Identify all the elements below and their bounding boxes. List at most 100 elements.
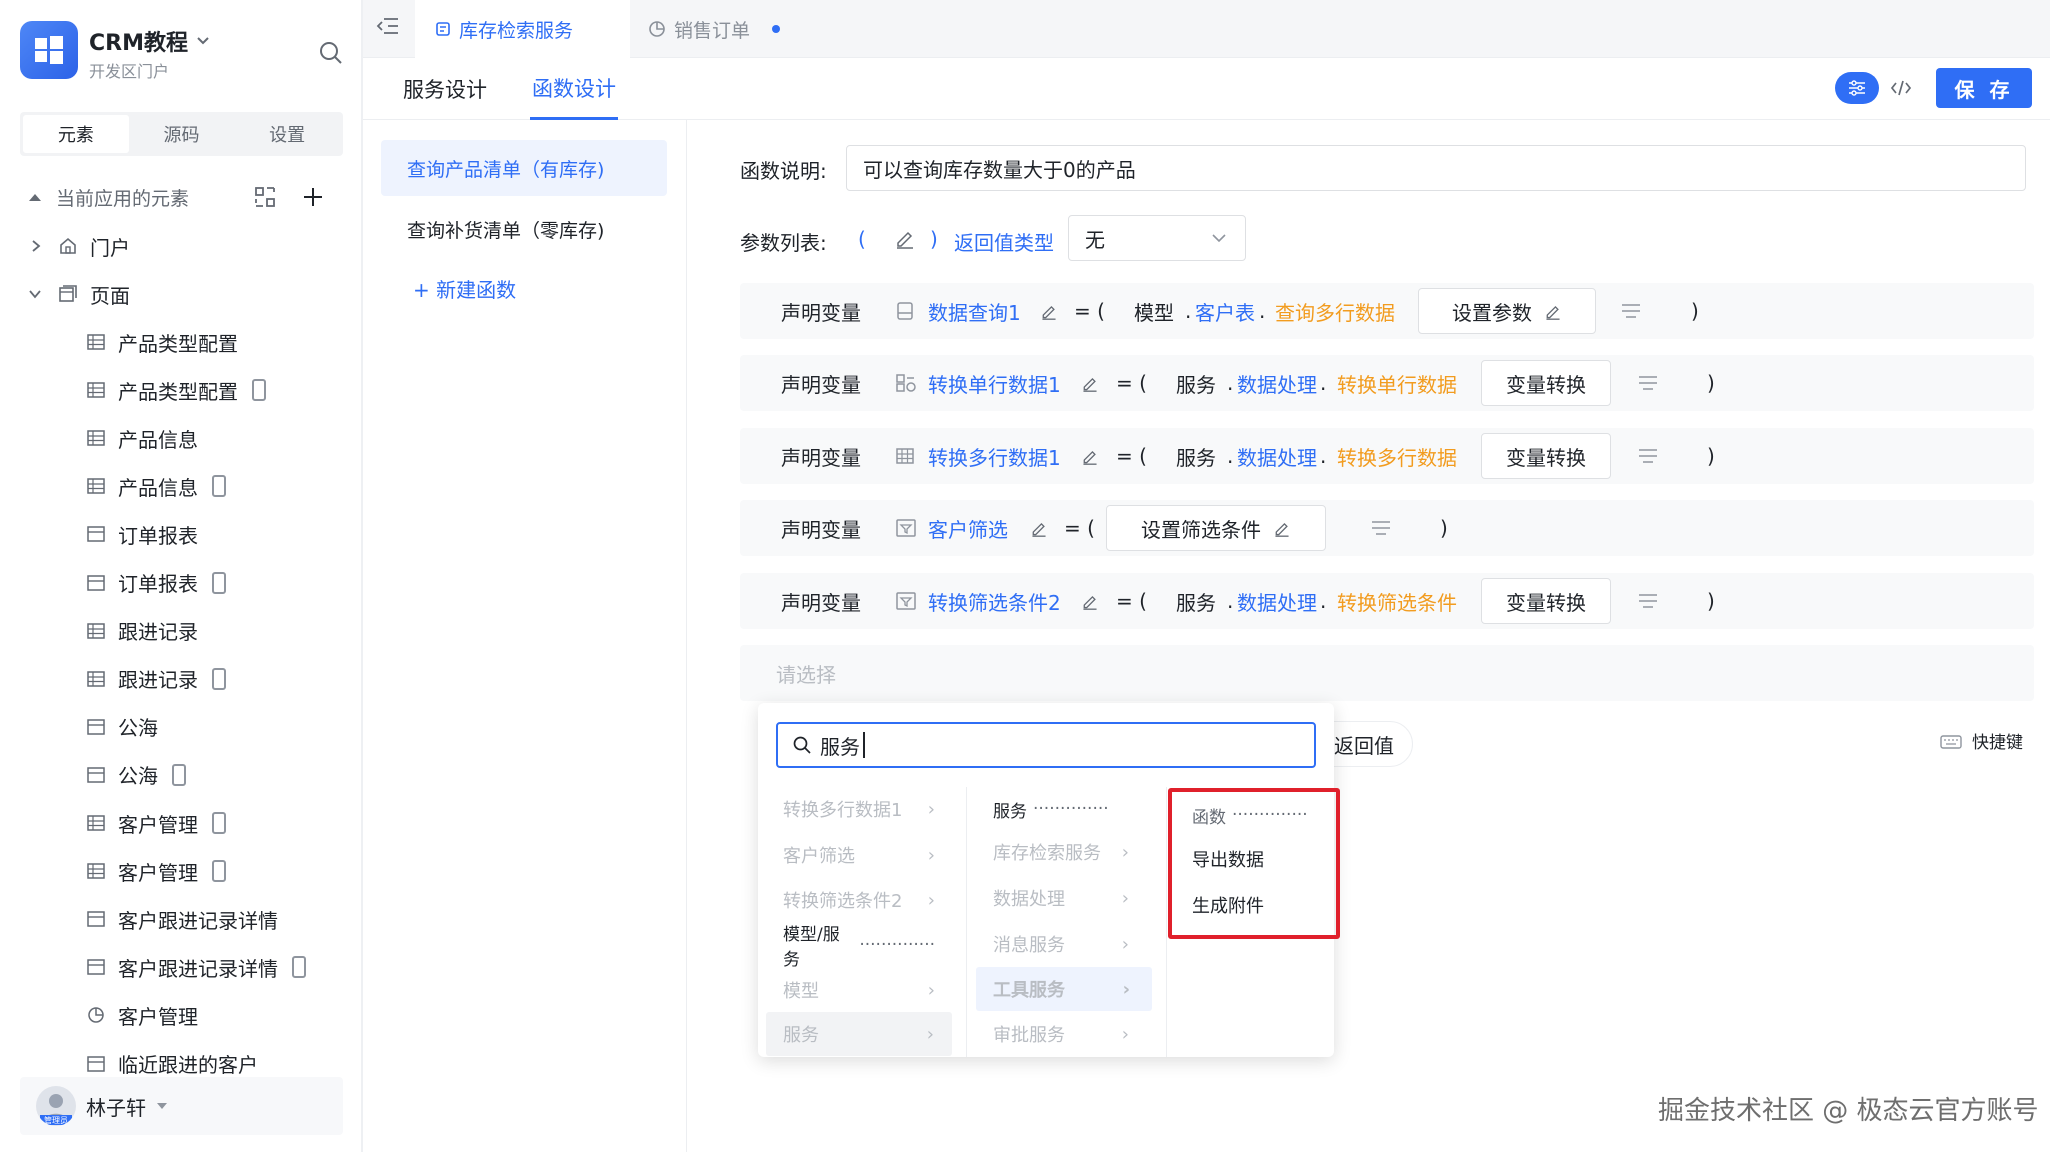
description-input[interactable]: 可以查询库存数量大于0的产品 bbox=[846, 145, 2026, 191]
popup-col2-item[interactable]: 数据处理 › bbox=[993, 876, 1129, 920]
variable-name[interactable]: 数据查询1 bbox=[928, 283, 1021, 339]
sidebar-tab-source[interactable]: 源码 bbox=[129, 115, 235, 153]
edit-params-icon[interactable] bbox=[894, 227, 916, 249]
page-item[interactable]: 客户管理 bbox=[0, 803, 360, 843]
statement-row[interactable]: 声明变量 客户筛选 = ( 设置筛选条件 ) bbox=[740, 500, 2034, 556]
expr-part-b[interactable]: 数据处理 bbox=[1237, 355, 1317, 411]
function-item-active[interactable]: 查询产品清单（有库存) bbox=[381, 140, 667, 196]
popup-col1-item[interactable]: 转换多行数据1 › bbox=[783, 787, 935, 831]
sidebar-tab-settings[interactable]: 设置 bbox=[234, 115, 340, 153]
page-item[interactable]: 客户管理 bbox=[0, 995, 360, 1035]
statement-row[interactable]: 声明变量 转换多行数据1 = ( 服务 . 数据处理 . 转换多行数据 变量转换… bbox=[740, 428, 2034, 484]
tree-node-portal[interactable]: 门户 bbox=[0, 226, 360, 266]
expr-part-b[interactable]: 数据处理 bbox=[1237, 573, 1317, 629]
page-item[interactable]: 客户跟进记录详情 bbox=[0, 947, 360, 987]
variable-name[interactable]: 客户筛选 bbox=[928, 500, 1008, 556]
filter-lines-icon[interactable] bbox=[1370, 500, 1392, 556]
user-bar[interactable]: 管理员 林子轩 bbox=[20, 1077, 343, 1135]
page-item[interactable]: 产品信息 bbox=[0, 466, 360, 506]
popup-group-header: 模型/服务 ·············· bbox=[783, 923, 935, 970]
variable-convert-button[interactable]: 变量转换 bbox=[1481, 578, 1611, 624]
filter-lines-icon[interactable] bbox=[1637, 428, 1659, 484]
statement-row[interactable]: 声明变量 转换筛选条件2 = ( 服务 . 数据处理 . 转换筛选条件 变量转换… bbox=[740, 573, 2034, 629]
dot-separator: . bbox=[1320, 444, 1327, 468]
tab-function-design[interactable]: 函数设计 bbox=[530, 58, 618, 120]
popup-col2-item[interactable]: 库存检索服务 › bbox=[993, 830, 1129, 874]
add-icon[interactable] bbox=[302, 186, 324, 208]
popup-col1-item[interactable]: 模型 › bbox=[783, 968, 935, 1012]
function-item[interactable]: 查询补货清单（零库存) bbox=[381, 201, 667, 257]
app-name[interactable]: CRM教程 bbox=[89, 25, 210, 57]
page-item[interactable]: 客户管理 bbox=[0, 851, 360, 891]
popup-col1-item-selected[interactable]: 服务 › bbox=[766, 1012, 952, 1056]
popup-col2-item[interactable]: 审批服务 › bbox=[993, 1012, 1129, 1056]
tab-sales-order[interactable]: 销售订单 bbox=[648, 0, 781, 58]
expr-part-c[interactable]: 转换筛选条件 bbox=[1337, 573, 1457, 629]
tree-node-pages[interactable]: 页面 bbox=[0, 274, 360, 314]
set-params-button[interactable]: 设置参数 bbox=[1418, 288, 1596, 334]
expr-part-c[interactable]: 查询多行数据 bbox=[1275, 283, 1395, 339]
edit-variable-icon[interactable] bbox=[1030, 500, 1048, 556]
expr-part-b[interactable]: 数据处理 bbox=[1237, 428, 1317, 484]
expr-part-a: 服务 bbox=[1176, 590, 1216, 615]
page-item[interactable]: 跟进记录 bbox=[0, 659, 360, 699]
page-item[interactable]: 产品类型配置 bbox=[0, 322, 360, 362]
filter-lines-icon[interactable] bbox=[1620, 283, 1642, 339]
variable-name[interactable]: 转换筛选条件2 bbox=[928, 573, 1061, 629]
expr-part-c[interactable]: 转换单行数据 bbox=[1337, 355, 1457, 411]
page-item[interactable]: 订单报表 bbox=[0, 563, 360, 603]
shortcut-button[interactable]: 快捷键 bbox=[1940, 728, 2023, 753]
group-label: 模型/服务 bbox=[783, 925, 840, 970]
page-item-label: 客户跟进记录详情 bbox=[118, 908, 278, 933]
tab-inventory-search-service[interactable]: 库存检索服务 bbox=[415, 0, 630, 58]
save-button[interactable]: 保 存 bbox=[1936, 68, 2032, 108]
statement-row[interactable]: 声明变量 转换单行数据1 = ( 服务 . 数据处理 . 转换单行数据 变量转换… bbox=[740, 355, 2034, 411]
variable-name[interactable]: 转换单行数据1 bbox=[928, 355, 1061, 411]
app-logo[interactable] bbox=[20, 21, 78, 79]
popup-col2-item-selected[interactable]: 工具服务 › bbox=[976, 967, 1152, 1011]
search-icon[interactable] bbox=[318, 40, 344, 66]
page-item[interactable]: 跟进记录 bbox=[0, 611, 360, 651]
settings-toggle-button[interactable] bbox=[1835, 72, 1879, 104]
code-view-button[interactable] bbox=[1884, 72, 1918, 104]
return-type-select[interactable]: 无 bbox=[1068, 215, 1246, 261]
edit-variable-icon[interactable] bbox=[1081, 428, 1099, 484]
edit-variable-icon[interactable] bbox=[1081, 355, 1099, 411]
close-paren: ) bbox=[1691, 299, 1699, 323]
expr-part-c[interactable]: 转换多行数据 bbox=[1337, 428, 1457, 484]
page-item[interactable]: 公海 bbox=[0, 755, 360, 795]
collapse-sidebar-icon[interactable] bbox=[376, 16, 400, 36]
expr-part-b[interactable]: 客户表 bbox=[1195, 283, 1255, 339]
popup-search-input[interactable]: 服务 bbox=[776, 722, 1316, 768]
tab-service-design[interactable]: 服务设计 bbox=[403, 58, 487, 120]
variable-name[interactable]: 转换多行数据1 bbox=[928, 428, 1061, 484]
page-item[interactable]: 客户跟进记录详情 bbox=[0, 899, 360, 939]
button-label: 设置筛选条件 bbox=[1141, 517, 1261, 542]
page-item[interactable]: 订单报表 bbox=[0, 514, 360, 554]
new-function-button[interactable]: + 新建函数 bbox=[413, 274, 516, 303]
popup-col2-item[interactable]: 消息服务 › bbox=[993, 922, 1129, 966]
statement-keyword: 声明变量 bbox=[781, 445, 861, 470]
close-paren: ) bbox=[1707, 589, 1715, 613]
table-icon bbox=[84, 811, 108, 835]
popup-col1-item[interactable]: 转换筛选条件2 › bbox=[783, 878, 935, 922]
new-statement-select[interactable]: 请选择 bbox=[740, 645, 2034, 701]
variable-convert-button[interactable]: 变量转换 bbox=[1481, 360, 1611, 406]
statement-row[interactable]: 声明变量 数据查询1 = ( 模型 . 客户表 . 查询多行数据 设置参数 ) bbox=[740, 283, 2034, 339]
popup-col1-item[interactable]: 客户筛选 › bbox=[783, 833, 935, 877]
edit-variable-icon[interactable] bbox=[1081, 573, 1099, 629]
set-filter-button[interactable]: 设置筛选条件 bbox=[1106, 505, 1326, 551]
edit-variable-icon[interactable] bbox=[1040, 283, 1058, 339]
page-item[interactable]: 产品信息 bbox=[0, 418, 360, 458]
page-item[interactable]: 产品类型配置 bbox=[0, 370, 360, 410]
sidebar-tab-elements[interactable]: 元素 bbox=[23, 115, 129, 153]
variable-convert-button[interactable]: 变量转换 bbox=[1481, 433, 1611, 479]
chevron-right-icon: › bbox=[927, 798, 935, 820]
scan-icon[interactable] bbox=[254, 186, 276, 208]
elements-section-header[interactable]: 当前应用的元素 bbox=[28, 182, 338, 212]
page-item[interactable]: 公海 bbox=[0, 707, 360, 747]
filter-lines-icon[interactable] bbox=[1637, 355, 1659, 411]
filter-lines-icon[interactable] bbox=[1637, 573, 1659, 629]
shortcut-label: 快捷键 bbox=[1972, 733, 2023, 753]
page-item-label: 客户跟进记录详情 bbox=[118, 956, 278, 981]
